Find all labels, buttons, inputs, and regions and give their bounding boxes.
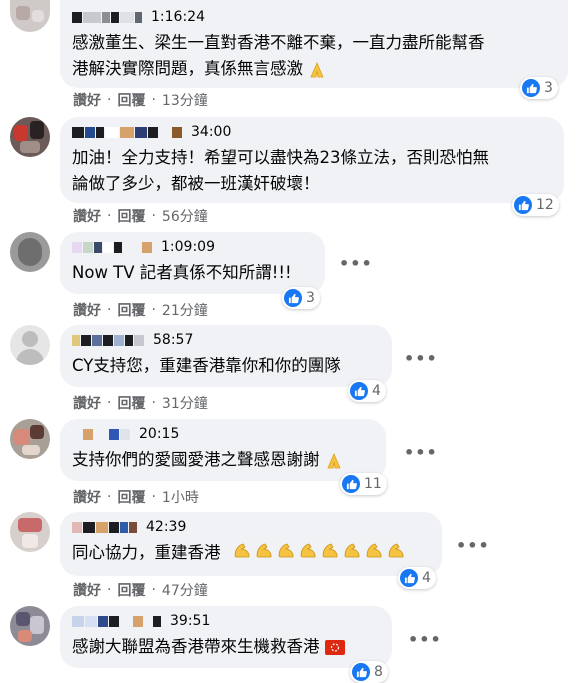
commenter-name[interactable]: 42:39 (72, 518, 430, 536)
comment-age[interactable]: 31分鐘 (162, 393, 208, 413)
thumbs-up-icon (342, 475, 360, 493)
thumbs-up-icon (514, 196, 532, 214)
comment-text: 支持你們的愛國愛港之聲感恩謝謝 (72, 447, 374, 473)
comment-text: Now TV 記者真係不知所謂!!! (72, 263, 292, 282)
commenter-name[interactable]: 39:51 (72, 612, 380, 630)
reply-button[interactable]: 回覆 (117, 580, 145, 600)
comment-bubble: 20:15 支持你們的愛國愛港之聲感恩謝謝 (60, 419, 386, 481)
reply-button[interactable]: 回覆 (117, 393, 145, 413)
more-options-icon[interactable]: ••• (408, 630, 442, 649)
comment-timestamp[interactable]: 1:09:09 (161, 239, 215, 255)
comment-actions: 讚好 · 回覆 · 47分鐘 (73, 580, 208, 600)
comment-bubble: 42:39 同心協力，重建香港 (60, 512, 442, 576)
avatar[interactable] (10, 232, 50, 272)
reply-button[interactable]: 回覆 (117, 300, 145, 320)
comment-bubble: 34:00 加油！全力支持！希望可以盡快為23條立法，否則恐怕無 論做了多少，都… (60, 117, 564, 203)
avatar[interactable] (10, 117, 50, 157)
comment-timestamp[interactable]: 39:51 (170, 613, 210, 629)
comment-text: CY支持您，重建香港靠你和你的團隊 (72, 356, 341, 375)
comment-actions: 讚好 · 回覆 · 21分鐘 (73, 300, 208, 320)
more-options-icon[interactable]: ••• (404, 443, 438, 462)
thumbs-up-icon (352, 663, 370, 681)
like-button[interactable]: 讚好 (73, 90, 101, 110)
comment-age[interactable]: 47分鐘 (162, 580, 208, 600)
more-options-icon[interactable]: ••• (339, 254, 373, 273)
like-button[interactable]: 讚好 (73, 580, 101, 600)
avatar[interactable] (10, 325, 50, 365)
reaction-count[interactable]: 3 (282, 287, 320, 309)
reaction-count[interactable]: 11 (340, 473, 387, 495)
like-button[interactable]: 讚好 (73, 206, 101, 226)
comment-timestamp[interactable]: 34:00 (191, 124, 231, 140)
like-button[interactable]: 讚好 (73, 487, 101, 507)
comment-bubble: 58:57 CY支持您，重建香港靠你和你的團隊 (60, 325, 392, 387)
reply-button[interactable]: 回覆 (117, 206, 145, 226)
reaction-count[interactable]: 3 (520, 77, 558, 99)
comment-age[interactable]: 13分鐘 (162, 90, 208, 110)
comment-text: 感激董生、梁生一直對香港不離不棄，一直力盡所能幫香 港解決實際問題，真係無言感激 (72, 33, 485, 78)
more-options-icon[interactable]: ••• (404, 349, 438, 368)
comment-age[interactable]: 1小時 (162, 487, 199, 507)
comment-timestamp[interactable]: 58:57 (153, 332, 193, 348)
like-button[interactable]: 讚好 (73, 393, 101, 413)
thumbs-up-icon (522, 79, 540, 97)
thumbs-up-icon (284, 289, 302, 307)
comment-text: 同心協力，重建香港 (72, 540, 430, 567)
comment-text: 加油！全力支持！希望可以盡快為23條立法，否則恐怕無 論做了多少，都被一班漢奸破… (72, 148, 489, 193)
thumbs-up-icon (350, 382, 368, 400)
reply-button[interactable]: 回覆 (117, 90, 145, 110)
comment-actions: 讚好 · 回覆 · 1小時 (73, 487, 199, 507)
like-button[interactable]: 讚好 (73, 300, 101, 320)
avatar[interactable] (10, 606, 50, 646)
more-options-icon[interactable]: ••• (456, 536, 490, 555)
reaction-count[interactable]: 4 (398, 567, 436, 589)
commenter-name[interactable]: 1:16:24 (72, 8, 556, 26)
comment-timestamp[interactable]: 42:39 (146, 519, 186, 535)
reaction-count[interactable]: 12 (512, 194, 559, 216)
comment-actions: 讚好 · 回覆 · 31分鐘 (73, 393, 208, 413)
comment-actions: 讚好 · 回覆 · 56分鐘 (73, 206, 208, 226)
folded-hands-icon (327, 452, 341, 468)
comment-age[interactable]: 56分鐘 (162, 206, 208, 226)
flexed-biceps-icon (232, 541, 408, 567)
reaction-count[interactable]: 4 (348, 380, 386, 402)
commenter-name[interactable]: 1:09:09 (72, 238, 313, 256)
commenter-name[interactable]: 58:57 (72, 331, 380, 349)
reply-button[interactable]: 回覆 (117, 487, 145, 507)
folded-hands-icon (310, 61, 324, 77)
avatar[interactable] (10, 419, 50, 459)
comment-text: 感謝大聯盟為香港帶來生機救香港 (72, 634, 380, 660)
avatar[interactable] (10, 0, 50, 32)
thumbs-up-icon (400, 569, 418, 587)
comment-age[interactable]: 21分鐘 (162, 300, 208, 320)
comment-timestamp[interactable]: 1:16:24 (151, 9, 205, 25)
avatar[interactable] (10, 512, 50, 552)
commenter-name[interactable]: 34:00 (72, 123, 552, 141)
reaction-count[interactable]: 8 (350, 661, 388, 683)
commenter-name[interactable]: 20:15 (72, 425, 374, 443)
comment-bubble: 1:09:09 Now TV 記者真係不知所謂!!! (60, 232, 325, 294)
hong-kong-flag-icon (324, 640, 345, 655)
comment-bubble: 1:16:24 感激董生、梁生一直對香港不離不棄，一直力盡所能幫香 港解決實際問… (60, 0, 568, 88)
comment-actions: 讚好 · 回覆 · 13分鐘 (73, 90, 208, 110)
comment-bubble: 39:51 感謝大聯盟為香港帶來生機救香港 (60, 606, 392, 668)
comment-timestamp[interactable]: 20:15 (139, 426, 179, 442)
